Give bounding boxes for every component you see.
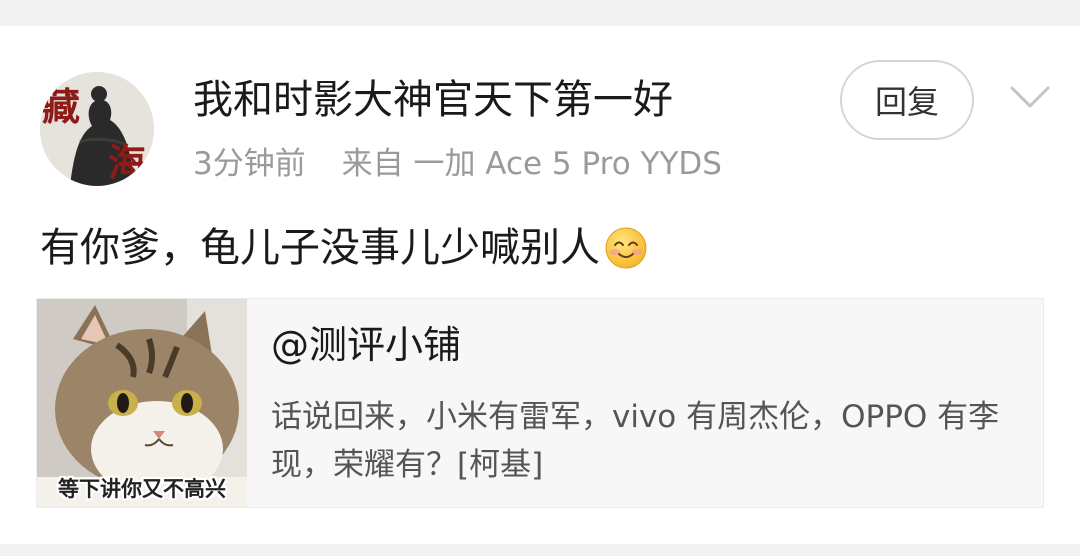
avatar-char-2: 海: [108, 140, 146, 185]
comment-text: 有你爹，龟儿子没事儿少喊别人: [40, 222, 648, 274]
comment-body: 有你爹，龟儿子没事儿少喊别人: [40, 225, 600, 271]
comment-time: 3分钟前: [193, 146, 306, 182]
smile-emoji-icon: [605, 227, 647, 269]
avatar-image: 藏 海: [40, 72, 154, 186]
avatar-char-1: 藏: [42, 84, 80, 129]
comment-source: 来自 一加 Ace 5 Pro YYDS: [341, 146, 722, 182]
quoted-post[interactable]: 等下讲你又不高兴 @测评小铺 话说回来，小米有雷军，vivo 有周杰伦，OPPO…: [36, 298, 1044, 508]
comment-meta: 3分钟前 来自 一加 Ace 5 Pro YYDS: [193, 144, 722, 184]
meme-caption: 等下讲你又不高兴: [58, 477, 226, 501]
comment-card: 藏 海 我和时影大神官天下第一好 3分钟前 来自 一加 Ace 5 Pro YY…: [0, 26, 1080, 544]
cat-meme-image[interactable]: 等下讲你又不高兴: [37, 299, 247, 507]
quoted-text: 话说回来，小米有雷军，vivo 有周杰伦，OPPO 有李现，荣耀有？[柯基]: [271, 399, 1000, 483]
avatar[interactable]: 藏 海: [40, 72, 154, 186]
username[interactable]: 我和时影大神官天下第一好: [193, 74, 673, 126]
chevron-down-icon[interactable]: [1008, 82, 1052, 112]
quoted-author[interactable]: @测评小铺: [271, 321, 461, 369]
reply-button[interactable]: 回复: [840, 60, 974, 140]
